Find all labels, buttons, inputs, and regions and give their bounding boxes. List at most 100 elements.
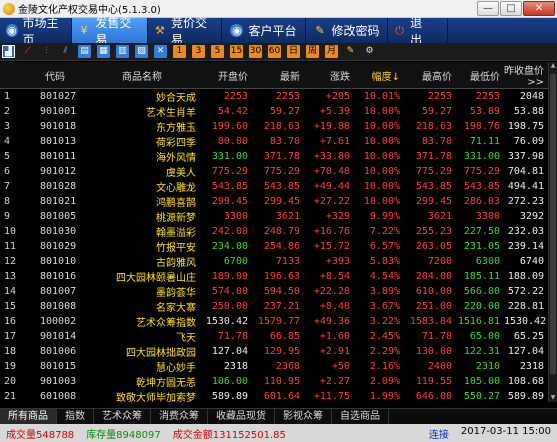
table-row[interactable]: 19 801015 慧心妙手 2318 2368 +50 2.16% 2400 2310 2318 [0,359,548,374]
table-row[interactable]: 17 901014 飞天 71.78 66.85 +1.60 2.45% 71.78 65.00… [0,329,548,344]
cell-low: 286.03 [463,196,500,207]
cell-open: 331.00 [211,151,248,162]
bar-chart-icon[interactable]: ⫶ [40,45,53,58]
globe-icon: ◉ [230,24,244,37]
table-row[interactable]: 5 801011 海外风情 331.00 371.78 +33.80 10.00% 371.7… [0,149,548,164]
col-change-header[interactable]: 涨跌 [304,62,354,89]
table-row[interactable]: 1 801027 妙合天成 2253 2253 +205 10.01% 2253 2253 204… [0,89,548,104]
cell-prev-close: 589.89 [507,391,544,402]
tab-collectibles-spot[interactable]: 收藏品现货 [208,409,275,424]
tab-art-crowdfund[interactable]: 艺术众筹 [94,409,151,424]
maximize-button[interactable]: □ [500,1,522,16]
cell-code: 601008 [40,391,77,402]
tab-consumer-crowdfund[interactable]: 消费众筹 [151,409,208,424]
year-icon[interactable]: 月 [325,45,338,58]
pin-icon[interactable]: ✎ [344,45,357,58]
close-button[interactable]: ✕ [523,1,555,16]
scroll-down-icon[interactable]: ▼ [549,394,557,402]
trend-icon[interactable]: ⫽ [59,45,72,58]
cell-low: 331.00 [463,151,500,162]
table-row[interactable]: 2 901001 艺术生肖羊 54.42 59.27 +5.39 10.00% 59.27 53… [0,104,548,119]
table-row[interactable]: 14 801007 墨韵荟华 574.00 594.50 +22.28 3.89% 610.0… [0,284,548,299]
table-row[interactable]: 15 801008 名家大寨 250.00 237.21 +8.40 3.67% 251.00… [0,299,548,314]
cell-name: 飞天 [176,333,196,344]
kline-chart-icon[interactable]: ▟ [2,45,15,58]
f5-icon[interactable]: 5 [211,45,224,58]
table-row[interactable]: 13 801016 四大园林颐暑山庄 189.09 196.63 +8.54 4.54% 20… [0,269,548,284]
scroll-up-icon[interactable]: ▲ [549,62,557,70]
cell-prev-close: 337.98 [507,151,544,162]
quarter-icon[interactable]: ▧ [135,45,148,58]
close-panel-icon[interactable]: ✕ [154,45,167,58]
scroll-thumb[interactable] [550,74,556,374]
col-open-header[interactable]: 开盘价 [200,62,252,89]
table-row[interactable]: 10 801030 翰墨溢彩 242.00 248.79 +16.76 7.22% 255.2… [0,224,548,239]
col-latest-header[interactable]: 最新 [252,62,304,89]
line-chart-icon[interactable]: ⟋ [21,45,34,58]
cell-high: 204.00 [415,271,452,282]
tab-all-goods[interactable]: 所有商品 [0,409,57,424]
table-row[interactable]: 21 601008 致敬大师毕加索梦 589.89 601.64 +11.75 1.99% 6… [0,389,548,402]
tab-index[interactable]: 指数 [57,409,94,424]
f3-icon[interactable]: 3 [192,45,205,58]
tab-watchlist[interactable]: 自选商品 [332,409,389,424]
cell-index: 19 [4,361,17,372]
gear-icon[interactable]: ⚙ [363,45,376,58]
status-volume: 成交量548788 [6,429,75,441]
nav-client[interactable]: ◉ 客户平台 [222,18,306,43]
cell-high: 263.05 [415,241,452,252]
col-code-header[interactable]: 代码 [26,62,88,89]
table-row[interactable]: 4 801013 荷彩四季 80.00 83.70 +7.61 10.00% 83.70 71.… [0,134,548,149]
cell-latest: 2253 [275,91,300,102]
table-row[interactable]: 12 801010 古韵雅风 6700 7133 +393 5.83% 7200 6300 674… [0,254,548,269]
cell-latest: 248.79 [263,226,300,237]
f1-icon[interactable]: 1 [173,45,186,58]
minimize-button[interactable]: — [477,1,499,16]
report-icon[interactable]: ▤ [78,45,91,58]
f60-icon[interactable]: 60 [268,45,281,58]
day-icon[interactable]: 日 [287,45,300,58]
cell-latest: 7133 [275,256,300,267]
table-row[interactable]: 20 901003 乾坤方圆无恙 106.00 110.95 +2.27 2.09% 119.… [0,374,548,389]
table-row[interactable]: 3 901018 东方雅玉 199.60 218.63 +19.88 10.00% 218.6… [0,119,548,134]
f15-icon[interactable]: 15 [230,45,243,58]
table-row[interactable]: 18 801006 四大园林拙政园 127.04 129.95 +2.91 2.29% 130… [0,344,548,359]
vertical-scrollbar[interactable]: ▲ ▼ [548,62,557,402]
nav-sell[interactable]: ¥ 发售交易 [72,16,148,47]
cell-index: 1 [4,91,11,102]
cell-low: 198.76 [463,121,500,132]
nav-password-label: 修改密码 [331,24,380,38]
nav-exit[interactable]: ⏻ 退 出 [388,16,448,47]
cell-high: 299.45 [415,196,452,207]
table-row[interactable]: 16 100002 艺术众筹指数 1530.42 1579.77 +49.36 3.22% 1… [0,314,548,329]
table-row[interactable]: 9 801005 桃源新梦 3300 3621 +329 9.99% 3621 3300 3292 [0,209,548,224]
f30-icon[interactable]: 30 [249,45,262,58]
cell-code: 100002 [40,316,77,327]
calendar-icon[interactable]: ▦ [97,45,110,58]
cell-percent: 10.00% [363,151,400,162]
table-row[interactable]: 6 901012 虞美人 775.29 775.29 +70.48 10.00% 775.29… [0,164,548,179]
cell-name: 妙合天成 [156,93,196,104]
cell-latest: 594.50 [263,286,300,297]
cell-low: 6300 [475,256,500,267]
col-index-header[interactable] [0,62,26,89]
col-percent-header[interactable]: 幅度↓ [354,62,404,89]
col-low-header[interactable]: 最低价 [456,62,504,89]
cell-high: 255.23 [415,226,452,237]
week-icon[interactable]: 周 [306,45,319,58]
cell-percent: 3.67% [369,301,400,312]
nav-password[interactable]: ✎ 修改密码 [306,18,388,43]
col-prev-close-header[interactable]: 昨收盘价 >> [504,62,548,89]
table-row[interactable]: 7 801028 文心雕龙 543.85 543.85 +49.44 10.00% 543.8… [0,179,548,194]
col-name-header[interactable]: 商品名称 [88,62,200,89]
month-icon[interactable]: ▥ [116,45,129,58]
cell-high: 119.55 [415,376,452,387]
nav-home[interactable]: ◉ 市场主页 [0,16,72,47]
tab-film-crowdfund[interactable]: 影视众筹 [275,409,332,424]
cell-index: 10 [4,226,17,237]
table-row[interactable]: 8 801021 鸿鹏喜鹊 299.45 299.45 +27.22 10.00% 299.4… [0,194,548,209]
col-high-header[interactable]: 最高价 [404,62,456,89]
cell-latest: 601.64 [263,391,300,402]
table-row[interactable]: 11 801029 竹报平安 234.00 254.86 +15.72 6.57% 263.0… [0,239,548,254]
nav-bid[interactable]: ⚒ 竞价交易 [148,16,222,47]
